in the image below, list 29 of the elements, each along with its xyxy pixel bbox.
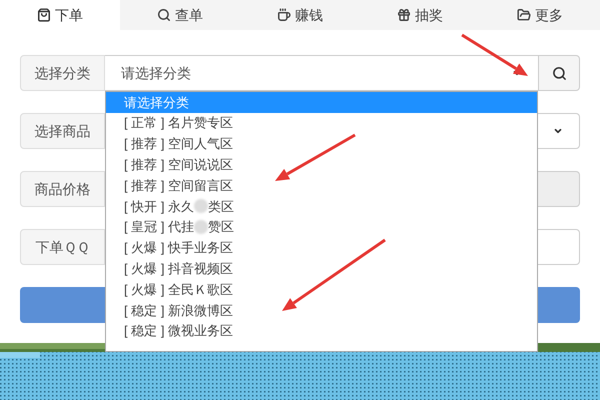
- dropdown-option[interactable]: [ 火爆 ] 快手业务区: [106, 238, 537, 258]
- search-icon: [157, 8, 171, 22]
- dropdown-option[interactable]: [ 正常 ] 名片赞专区: [106, 112, 537, 134]
- caret-icon: [553, 126, 563, 136]
- dropdown-option[interactable]: [ 皇冠 ] 代挂 赞区: [106, 216, 537, 238]
- nav-tab[interactable]: 查单: [120, 0, 240, 30]
- field-label: 下单ＱＱ: [20, 229, 105, 265]
- folder-icon: [517, 8, 531, 22]
- nav-tab[interactable]: 抽奖: [360, 0, 480, 30]
- dropdown-option[interactable]: [ 稳定 ] 微视业务区: [106, 320, 537, 342]
- dropdown-option[interactable]: [ 稳定 ] 新浪微博区: [106, 300, 537, 321]
- dropdown-option[interactable]: [ 火爆 ] 抖音视频区: [106, 258, 537, 280]
- bag-icon: [37, 8, 51, 22]
- cup-icon: [277, 8, 291, 22]
- arrow-annotation: [461, 34, 528, 76]
- field-label: 商品价格: [20, 171, 105, 207]
- dropdown-option[interactable]: [ 火爆 ] 全民Ｋ歌区: [106, 279, 537, 300]
- nav-tab[interactable]: 更多: [480, 0, 600, 30]
- select-field[interactable]: 请选择分类: [105, 55, 539, 91]
- field-label: 选择分类: [20, 55, 105, 91]
- field-label: 选择商品: [20, 113, 105, 149]
- nav-tab[interactable]: 赚钱: [240, 0, 360, 30]
- dropdown-option[interactable]: [ 快开 ] 永久 类区: [106, 196, 537, 217]
- dropdown-option[interactable]: [ 推荐 ] 空间人气区: [106, 134, 537, 154]
- dropdown-option[interactable]: [ 推荐 ] 空间留言区: [106, 175, 537, 196]
- search-button[interactable]: [539, 55, 580, 91]
- gift-icon: [397, 8, 411, 22]
- dropdown-option[interactable]: [ 推荐 ] 空间说说区: [106, 154, 537, 176]
- search-icon: [552, 66, 566, 80]
